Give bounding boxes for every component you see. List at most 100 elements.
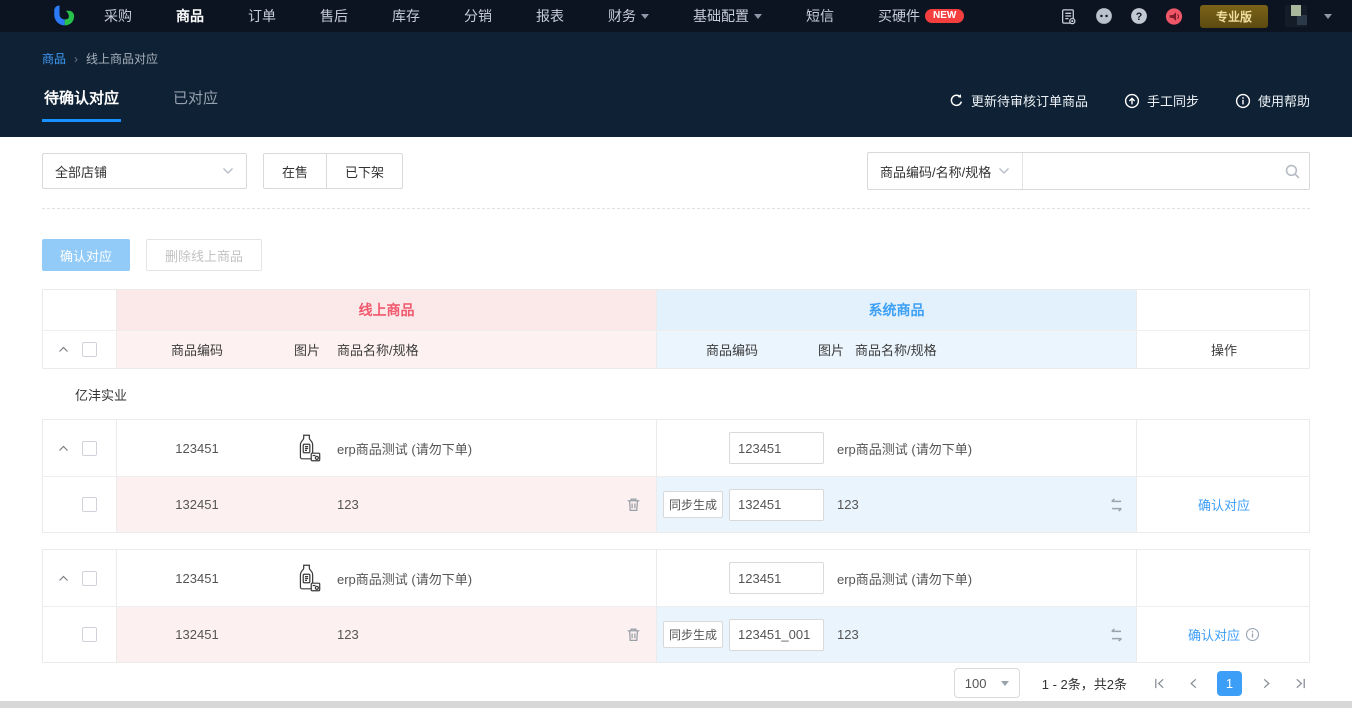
nav-item-buy-hardware[interactable]: 买硬件NEW: [878, 6, 964, 26]
breadcrumb-products[interactable]: 商品: [42, 50, 66, 67]
shop-group-row: 亿沣实业: [42, 369, 1310, 419]
search-icon[interactable]: [1275, 163, 1309, 180]
usage-help-button[interactable]: 使用帮助: [1235, 91, 1310, 110]
pagination: 100 1 - 2条，共2条 1: [42, 665, 1310, 701]
announcement-horn-icon[interactable]: [1165, 7, 1183, 25]
online-image-column-label: 图片: [277, 340, 337, 359]
search-field-select[interactable]: 商品编码/名称/规格: [868, 153, 1023, 189]
nav-item-products[interactable]: 商品: [176, 6, 204, 26]
online-sku-code: 132451: [117, 497, 277, 512]
bulk-delete-online-button[interactable]: 删除线上商品: [146, 239, 262, 271]
help-question-icon[interactable]: ?: [1130, 7, 1148, 25]
row-checkbox[interactable]: [82, 441, 97, 456]
pro-version-badge[interactable]: 专业版: [1200, 5, 1268, 28]
search-input[interactable]: [1023, 153, 1275, 189]
avatar[interactable]: [1285, 5, 1307, 27]
system-sku-code-input[interactable]: [729, 619, 824, 651]
system-product-name: erp商品测试 (请勿下单): [837, 439, 1096, 458]
table-header: 线上商品 系统商品 商品编码 图片 商品名称/规格: [42, 289, 1310, 369]
invoice-list-icon[interactable]: [1060, 7, 1078, 25]
chat-icon[interactable]: [1095, 7, 1113, 25]
select-all-checkbox[interactable]: [82, 342, 97, 357]
upload-sync-icon: [1124, 93, 1140, 109]
nav-item-settings[interactable]: 基础配置: [693, 6, 762, 26]
new-badge: NEW: [925, 9, 964, 23]
nav-item-orders[interactable]: 订单: [248, 6, 276, 26]
delete-trash-icon[interactable]: [611, 626, 656, 643]
action-cell: [1136, 550, 1311, 606]
chevron-down-icon: [641, 14, 649, 19]
row-checkbox[interactable]: [82, 571, 97, 586]
info-icon: [1235, 93, 1251, 109]
shop-name: 亿沣实业: [75, 385, 127, 404]
tabs: 待确认对应 已对应: [42, 75, 220, 122]
nav-item-purchase[interactable]: 采购: [104, 6, 132, 26]
collapse-caret-icon[interactable]: [57, 442, 69, 454]
system-sku-cell: 同步生成 123: [656, 607, 1136, 662]
system-sku-cell: 同步生成 123: [656, 477, 1136, 532]
bulk-confirm-match-button[interactable]: 确认对应: [42, 239, 130, 271]
page-size-select[interactable]: 100: [954, 668, 1020, 698]
info-tooltip-icon[interactable]: [1245, 627, 1260, 642]
screen: 采购 商品 订单 售后 库存 分销 报表 财务 基础配置 短信 买硬件NEW: [0, 0, 1352, 708]
onsale-button[interactable]: 在售: [263, 153, 326, 189]
top-navigation: 采购 商品 订单 售后 库存 分销 报表 财务 基础配置 短信 买硬件NEW: [0, 0, 1352, 32]
filter-row: 全部店铺 在售 已下架 商品编码/名称/规格: [42, 152, 1310, 190]
search-box: [1023, 153, 1309, 189]
header-select-cell: [43, 331, 116, 368]
confirm-match-link[interactable]: 确认对应: [1198, 495, 1250, 514]
main-menu: 采购 商品 订单 售后 库存 分销 报表 财务 基础配置 短信 买硬件NEW: [104, 6, 964, 26]
confirm-match-link[interactable]: 确认对应: [1188, 625, 1260, 644]
nav-item-aftersale[interactable]: 售后: [320, 6, 348, 26]
system-code-input[interactable]: [729, 432, 824, 464]
child-row: 132451 123 同步生成 123: [43, 606, 1309, 662]
action-cell: 确认对应: [1136, 477, 1311, 532]
action-cell: [1136, 420, 1311, 476]
tab-row: 待确认对应 已对应 更新待审核订单商品 手工同步: [42, 75, 1310, 122]
header-action-spacer: [1136, 290, 1311, 330]
app-logo-icon[interactable]: [52, 4, 76, 28]
nav-item-sms[interactable]: 短信: [806, 6, 834, 26]
shop-select[interactable]: 全部店铺: [42, 153, 247, 189]
swap-match-icon[interactable]: [1096, 626, 1136, 644]
online-sku-name: 123: [337, 497, 611, 512]
system-product-cell: erp商品测试 (请勿下单): [656, 420, 1136, 476]
nav-item-distribution[interactable]: 分销: [464, 6, 492, 26]
account-chevron-down-icon[interactable]: [1324, 14, 1332, 19]
system-image-column-label: 图片: [807, 340, 855, 359]
refresh-pending-orders-button[interactable]: 更新待审核订单商品: [949, 91, 1088, 110]
row-checkbox[interactable]: [82, 497, 97, 512]
row-checkbox[interactable]: [82, 627, 97, 642]
online-sku-code: 132451: [117, 627, 277, 642]
row-select-cell: [43, 607, 116, 662]
chevron-down-icon: [998, 167, 1010, 175]
collapse-caret-icon[interactable]: [57, 572, 69, 584]
parent-row: 123451 erp商品测试 (请勿下单): [43, 550, 1309, 606]
system-code-input[interactable]: [729, 562, 824, 594]
collapse-all-caret-icon[interactable]: [57, 344, 69, 356]
online-products-section-header: 线上商品: [116, 290, 656, 330]
sync-generated-tag: 同步生成: [663, 491, 723, 518]
sale-status-toggle: 在售 已下架: [263, 153, 403, 189]
prev-page-button[interactable]: [1183, 673, 1203, 693]
tab-pending-match[interactable]: 待确认对应: [42, 75, 121, 122]
offsale-button[interactable]: 已下架: [326, 153, 403, 189]
online-product-cell: 123451 erp商品测试 (请勿下单): [116, 550, 656, 606]
swap-match-icon[interactable]: [1096, 496, 1136, 514]
tab-matched[interactable]: 已对应: [171, 75, 220, 122]
nav-item-inventory[interactable]: 库存: [392, 6, 420, 26]
system-sku-code-input[interactable]: [729, 489, 824, 521]
nav-item-finance[interactable]: 财务: [608, 6, 649, 26]
chevron-down-icon: [754, 14, 762, 19]
header-spacer: [43, 290, 116, 330]
page-number-current[interactable]: 1: [1217, 671, 1242, 696]
delete-trash-icon[interactable]: [611, 496, 656, 513]
row-select-cell: [43, 420, 116, 476]
next-page-button[interactable]: [1256, 673, 1276, 693]
svg-text:?: ?: [1136, 11, 1143, 23]
first-page-button[interactable]: [1149, 673, 1169, 693]
manual-sync-button[interactable]: 手工同步: [1124, 91, 1199, 110]
nav-item-reports[interactable]: 报表: [536, 6, 564, 26]
header-actions: 更新待审核订单商品 手工同步 使用帮助: [949, 91, 1310, 122]
last-page-button[interactable]: [1290, 673, 1310, 693]
